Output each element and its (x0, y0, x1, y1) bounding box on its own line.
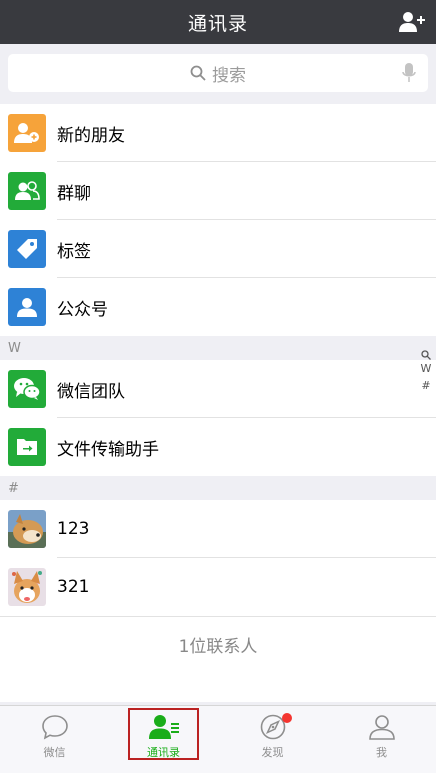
list-item-file-transfer[interactable]: 文件传输助手 (0, 418, 436, 476)
new-friend-icon (8, 114, 46, 152)
list-item-label: 321 (57, 577, 90, 597)
search-placeholder: 搜索 (212, 65, 246, 86)
index-letter[interactable]: W (421, 360, 432, 377)
list-item-contact[interactable]: 321 (0, 558, 436, 616)
contacts-icon (148, 715, 179, 739)
microphone-icon[interactable] (402, 63, 416, 83)
tab-label: 我 (376, 746, 387, 759)
tab-me[interactable]: 我 (327, 706, 436, 773)
list-item-group-chats[interactable]: 群聊 (0, 162, 436, 220)
tab-label: 通讯录 (147, 746, 180, 759)
list-item-label: 123 (57, 519, 90, 539)
tab-label: 微信 (43, 746, 66, 759)
notification-dot (282, 713, 292, 723)
search-icon (190, 65, 206, 81)
avatar (8, 568, 46, 606)
group-chat-icon (8, 172, 46, 210)
list-item-label: 群聊 (57, 183, 91, 204)
list-item-contact[interactable]: 123 (0, 500, 436, 558)
add-contact-button[interactable] (398, 8, 426, 36)
search-input[interactable]: 搜索 (8, 54, 428, 92)
contact-count: 1位联系人 (0, 616, 436, 672)
tab-contacts[interactable]: 通讯录 (109, 706, 218, 773)
search-icon[interactable] (421, 350, 431, 360)
search-area: 搜索 (0, 44, 436, 104)
tab-chats[interactable]: 微信 (0, 706, 109, 773)
avatar (8, 510, 46, 548)
section-header-w: W (0, 336, 436, 360)
index-letter[interactable]: # (421, 377, 430, 394)
nav-bar: 通讯录 (0, 0, 436, 44)
list-item-label: 标签 (57, 241, 91, 262)
contacts-list: 新的朋友 群聊 标签 公众号 W 微信团队 文件传输助手 # 123 321 1… (0, 104, 436, 702)
list-item-label: 微信团队 (57, 381, 125, 402)
list-item-wechat-team[interactable]: 微信团队 (0, 360, 436, 418)
file-transfer-icon (8, 428, 46, 466)
list-item-tags[interactable]: 标签 (0, 220, 436, 278)
wechat-team-icon (8, 370, 46, 408)
tab-discover[interactable]: 发现 (218, 706, 327, 773)
page-title: 通讯录 (187, 12, 248, 35)
tab-label: 发现 (261, 746, 284, 759)
tag-icon (8, 230, 46, 268)
chat-icon (41, 715, 68, 740)
me-icon (368, 715, 395, 740)
tab-bar: 微信 通讯录 发现 我 (0, 705, 436, 773)
section-header-hash: # (0, 476, 436, 500)
index-bar[interactable]: W # (419, 350, 433, 394)
list-item-label: 文件传输助手 (57, 439, 159, 460)
official-account-icon (8, 288, 46, 326)
list-item-label: 公众号 (57, 299, 108, 320)
add-contact-icon (399, 12, 425, 32)
list-item-official-accounts[interactable]: 公众号 (0, 278, 436, 336)
list-bottom-space (0, 672, 436, 702)
list-item-label: 新的朋友 (57, 125, 125, 146)
list-item-new-friends[interactable]: 新的朋友 (0, 104, 436, 162)
